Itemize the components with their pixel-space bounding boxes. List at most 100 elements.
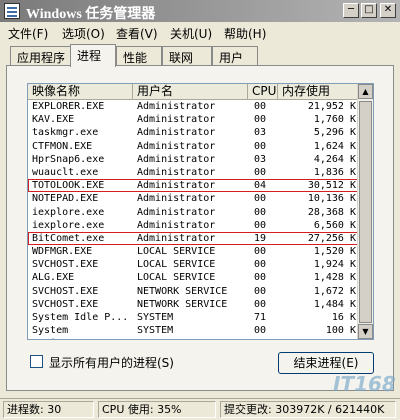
table-row[interactable]: wuauclt.exe Administrator 00 1,836 K — [28, 166, 360, 179]
cell-memory: 1,836 K — [313, 166, 356, 178]
cell-memory: 30,512 K — [307, 180, 356, 192]
task-manager-icon — [4, 3, 20, 19]
tab-processes[interactable]: 进程 — [70, 44, 116, 67]
cell-image-name: CTFMON.EXE — [32, 140, 93, 152]
minimize-icon: ─ — [347, 4, 355, 15]
table-row[interactable]: iexplore.exe Administrator 00 28,368 K — [28, 206, 360, 219]
cell-user-name: SYSTEM — [137, 325, 174, 337]
table-row[interactable]: EXPLORER.EXE Administrator 00 21,952 K — [28, 100, 360, 113]
table-row[interactable]: TOTOLOOK.EXE Administrator 04 30,512 K — [28, 179, 360, 193]
table-row[interactable]: KAV.EXE Administrator 00 1,760 K — [28, 113, 360, 126]
cell-cpu: 00 — [254, 246, 267, 258]
cell-memory: 100 K — [325, 325, 356, 337]
tab-networking[interactable]: 联网 — [162, 46, 212, 65]
cell-image-name: iexplore.exe — [32, 219, 105, 231]
status-commit-charge: 提交更改: 303972K / 621440K — [220, 401, 396, 418]
table-row[interactable]: SVCHOST.EXE LOCAL SERVICE 00 1,924 K — [28, 258, 360, 271]
cell-cpu: 71 — [254, 312, 267, 323]
scroll-thumb[interactable] — [359, 101, 372, 323]
cell-memory: 1,684 K — [282, 337, 356, 339]
cell-cpu: 00 — [254, 325, 267, 337]
cell-memory: 27,256 K — [307, 232, 356, 244]
cell-user-name: Administrator — [137, 219, 216, 231]
menu-options[interactable]: 选项(O) — [62, 25, 105, 42]
scroll-down-button[interactable]: ▼ — [358, 324, 373, 339]
table-row[interactable]: CTFMON.EXE Administrator 00 1,624 K — [28, 140, 360, 153]
cell-user-name: LOCAL SERVICE — [137, 246, 216, 258]
table-row[interactable]: System Idle P... SYSTEM 71 16 K — [28, 311, 360, 324]
maximize-icon: □ — [364, 4, 374, 15]
cell-cpu: 03 — [254, 127, 267, 139]
cell-user-name: Administrator — [137, 101, 216, 112]
column-header-image-name[interactable]: 映像名称 — [28, 84, 133, 100]
cell-user-name: Administrator — [137, 127, 216, 139]
status-cpu-usage: CPU 使用: 35% — [98, 401, 216, 418]
table-row[interactable]: iexplore.exe Administrator 00 6,560 K — [28, 219, 360, 232]
cell-image-name: KAV.EXE — [32, 114, 75, 126]
cell-cpu: 00 — [254, 101, 267, 112]
cell-cpu: 00 — [254, 272, 267, 284]
cell-user-name: SYSTEM — [137, 337, 247, 339]
cell-image-name: WDFMGR.EXE — [32, 246, 93, 258]
cell-user-name: Administrator — [137, 140, 216, 152]
cell-memory: 10,136 K — [307, 193, 356, 205]
column-header-user-name[interactable]: 用户名 — [133, 84, 248, 100]
maximize-button[interactable]: □ — [361, 3, 377, 18]
process-list[interactable]: 映像名称 用户名 CPU 内存使用 EXPLORER.EXE Administra… — [27, 83, 374, 340]
table-row[interactable]: naviagent.exe SYSTEM 00 1,684 K — [28, 337, 360, 339]
cell-image-name: naviagent.exe — [32, 337, 132, 339]
vertical-scrollbar[interactable]: ▲ ▼ — [357, 84, 373, 339]
table-row[interactable]: BitComet.exe Administrator 19 27,256 K — [28, 231, 360, 246]
cell-memory: 28,368 K — [307, 206, 356, 218]
arrow-up-icon: ▲ — [362, 87, 369, 96]
column-header-memory[interactable]: 内存使用 — [278, 84, 360, 100]
cell-cpu: 00 — [254, 285, 267, 297]
cell-image-name: SVCHOST.EXE — [32, 285, 99, 297]
table-row[interactable]: ALG.EXE LOCAL SERVICE 00 1,428 K — [28, 271, 360, 284]
cell-user-name: LOCAL SERVICE — [137, 259, 216, 271]
menu-shutdown[interactable]: 关机(U) — [170, 25, 212, 42]
show-all-users-label[interactable]: 显示所有用户的进程(S) — [49, 354, 174, 371]
menu-file[interactable]: 文件(F) — [8, 25, 48, 42]
process-rows: EXPLORER.EXE Administrator 00 21,952 K KAV.E… — [28, 100, 360, 339]
cell-image-name: SVCHOST.EXE — [32, 298, 99, 310]
cell-memory: 16 K — [331, 312, 356, 323]
menu-view[interactable]: 查看(V) — [116, 25, 158, 42]
cell-memory: 1,520 K — [313, 246, 356, 258]
title-bar[interactable]: Windows 任务管理器 ─ □ ✕ — [0, 0, 400, 22]
cell-memory: 1,428 K — [313, 272, 356, 284]
cell-user-name: Administrator — [137, 180, 216, 192]
table-row[interactable]: taskmgr.exe Administrator 03 5,296 K — [28, 126, 360, 139]
tab-applications[interactable]: 应用程序 — [10, 46, 72, 65]
cell-memory: 1,760 K — [313, 114, 356, 126]
cell-user-name: Administrator — [137, 232, 216, 244]
minimize-button[interactable]: ─ — [343, 3, 359, 18]
table-row[interactable]: SVCHOST.EXE NETWORK SERVICE 00 1,672 K — [28, 285, 360, 298]
watermark-logo: IT168 — [333, 372, 396, 396]
cell-cpu: 00 — [254, 298, 267, 310]
tab-label: 用户 — [219, 51, 244, 65]
table-row[interactable]: NOTEPAD.EXE Administrator 00 10,136 K — [28, 192, 360, 205]
close-button[interactable]: ✕ — [380, 3, 396, 18]
table-row[interactable]: System SYSTEM 00 100 K — [28, 324, 360, 337]
tab-users[interactable]: 用户 — [212, 46, 258, 65]
cell-cpu: 00 — [254, 337, 276, 339]
cell-user-name: LOCAL SERVICE — [137, 272, 216, 284]
end-process-button[interactable]: 结束进程(E) — [278, 352, 374, 374]
tab-label: 联网 — [169, 51, 194, 65]
menu-help[interactable]: 帮助(H) — [224, 25, 266, 42]
cell-user-name: Administrator — [137, 206, 216, 218]
cell-image-name: EXPLORER.EXE — [32, 101, 105, 112]
cell-user-name: Administrator — [137, 166, 216, 178]
column-header-cpu[interactable]: CPU — [248, 84, 278, 100]
table-row[interactable]: WDFMGR.EXE LOCAL SERVICE 00 1,520 K — [28, 245, 360, 258]
show-all-users-checkbox[interactable] — [30, 355, 43, 368]
cell-image-name: BitComet.exe — [32, 232, 105, 244]
tab-performance[interactable]: 性能 — [116, 46, 162, 65]
scroll-up-button[interactable]: ▲ — [358, 84, 373, 99]
cell-memory: 21,952 K — [307, 101, 356, 112]
table-row[interactable]: SVCHOST.EXE NETWORK SERVICE 00 1,484 K — [28, 298, 360, 311]
close-icon: ✕ — [383, 4, 393, 15]
table-row[interactable]: HprSnap6.exe Administrator 03 4,264 K — [28, 153, 360, 166]
cell-user-name: Administrator — [137, 193, 216, 205]
